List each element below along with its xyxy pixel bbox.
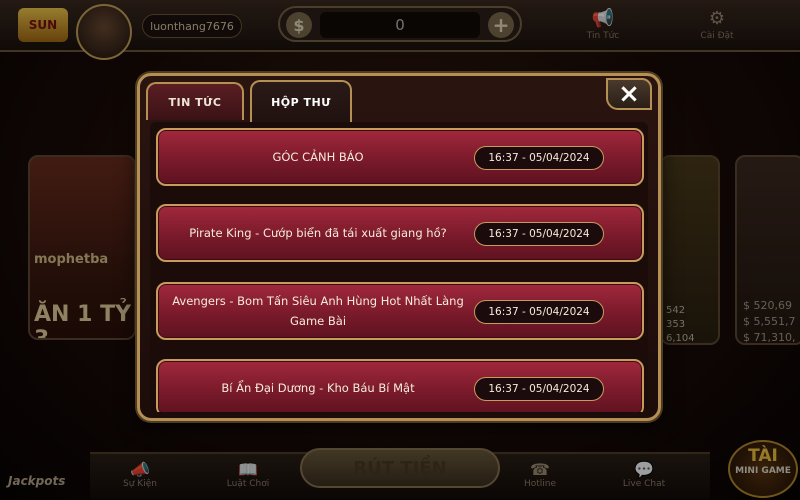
close-icon: × <box>618 79 640 109</box>
message-time: 16:37 - 05/04/2024 <box>474 146 604 170</box>
message-time: 16:37 - 05/04/2024 <box>474 300 604 324</box>
message-time: 16:37 - 05/04/2024 <box>474 377 604 401</box>
message-title: Bí Ẩn Đại Dương - Kho Báu Bí Mật <box>221 381 415 395</box>
message-title: Avengers - Bom Tấn Siêu Anh Hùng Hot Nhấ… <box>172 294 464 328</box>
message-row[interactable]: Avengers - Bom Tấn Siêu Anh Hùng Hot Nhấ… <box>156 282 644 340</box>
message-row[interactable]: Pirate King - Cướp biển đã tái xuất gian… <box>156 204 644 262</box>
close-button[interactable]: × <box>606 78 652 110</box>
message-list: GÓC CẢNH BÁO 16:37 - 05/04/2024 Pirate K… <box>150 122 648 412</box>
message-title: GÓC CẢNH BÁO <box>272 150 364 164</box>
message-time: 16:37 - 05/04/2024 <box>474 222 604 246</box>
tab-news[interactable]: TIN TỨC <box>146 82 244 120</box>
message-row[interactable]: Bí Ẩn Đại Dương - Kho Báu Bí Mật 16:37 -… <box>156 359 644 412</box>
message-title: Pirate King - Cướp biển đã tái xuất gian… <box>189 226 447 240</box>
modal-tabs: TIN TỨC HỘP THƯ × <box>140 76 658 122</box>
tab-inbox[interactable]: HỘP THƯ <box>250 80 352 122</box>
message-row[interactable]: GÓC CẢNH BÁO 16:37 - 05/04/2024 <box>156 128 644 186</box>
mail-modal: TIN TỨC HỘP THƯ × GÓC CẢNH BÁO 16:37 - 0… <box>137 73 661 421</box>
